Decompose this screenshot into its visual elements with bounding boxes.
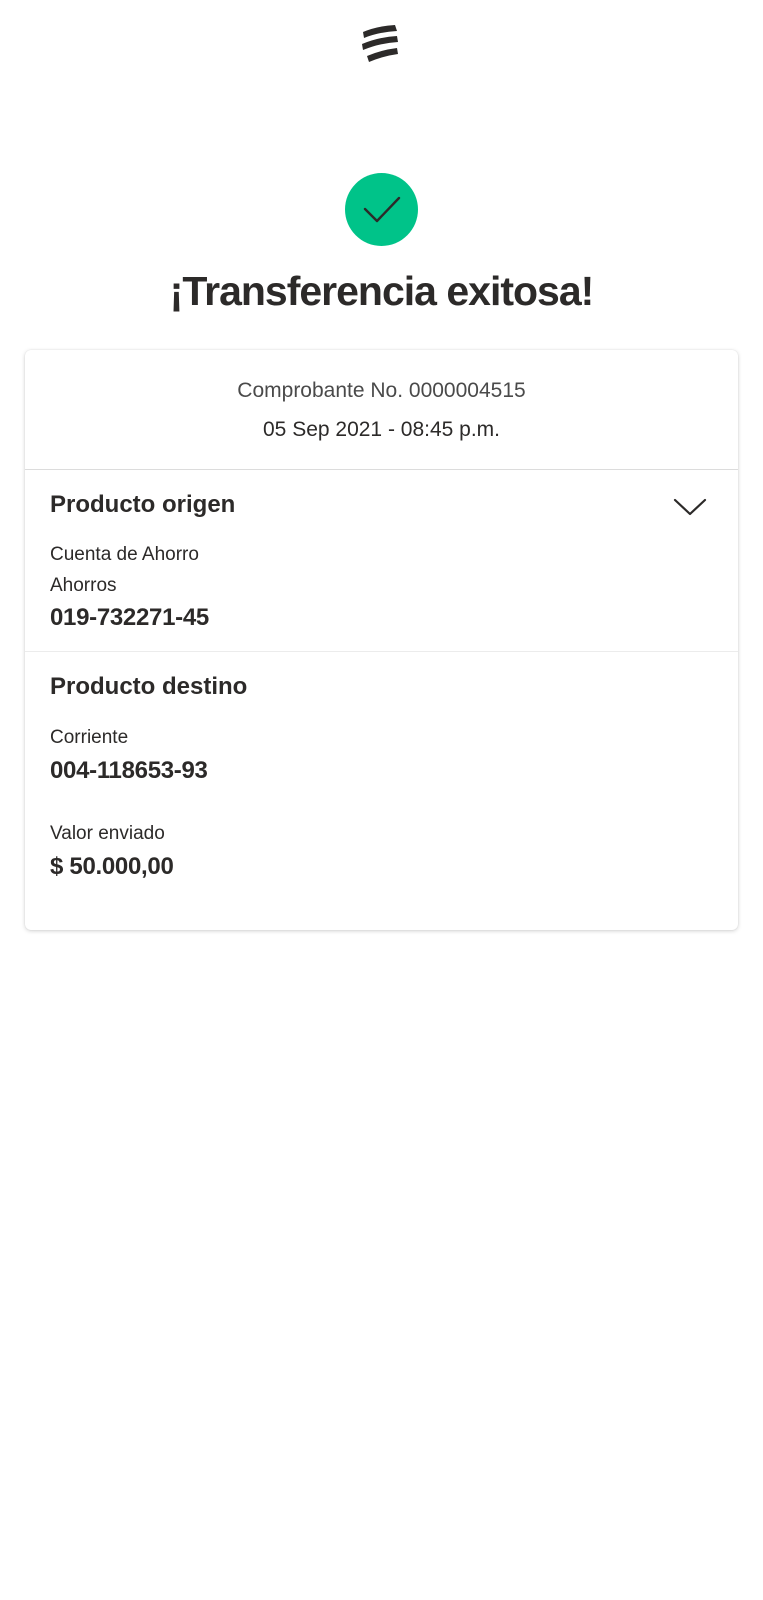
destination-account-number: 004-118653-93 xyxy=(50,754,208,788)
check-icon xyxy=(345,173,418,246)
success-badge xyxy=(345,173,418,246)
receipt-number: Comprobante No. 0000004515 xyxy=(25,376,738,406)
page-title: ¡Transferencia exitosa! xyxy=(0,262,763,320)
bancolombia-logo-icon xyxy=(359,20,403,64)
transfer-summary-card: Comprobante No. 0000004515 05 Sep 2021 -… xyxy=(25,350,738,930)
chevron-down-icon[interactable] xyxy=(673,496,707,518)
destination-product-section: Producto destino Corriente 004-118653-93… xyxy=(25,652,738,930)
receipt-datetime: 05 Sep 2021 - 08:45 p.m. xyxy=(25,415,738,445)
origin-section-title: Producto origen xyxy=(50,488,235,522)
amount-value: $ 50.000,00 xyxy=(50,850,174,884)
origin-product-section: Producto origen Cuenta de Ahorro Ahorros… xyxy=(25,470,738,652)
origin-account-subtype: Ahorros xyxy=(50,573,117,599)
destination-account-type: Corriente xyxy=(50,725,128,751)
amount-label: Valor enviado xyxy=(50,821,165,847)
origin-account-type: Cuenta de Ahorro xyxy=(50,542,199,568)
origin-account-number: 019-732271-45 xyxy=(50,601,209,635)
receipt-header: Comprobante No. 0000004515 05 Sep 2021 -… xyxy=(25,350,738,470)
destination-section-title: Producto destino xyxy=(50,670,247,704)
